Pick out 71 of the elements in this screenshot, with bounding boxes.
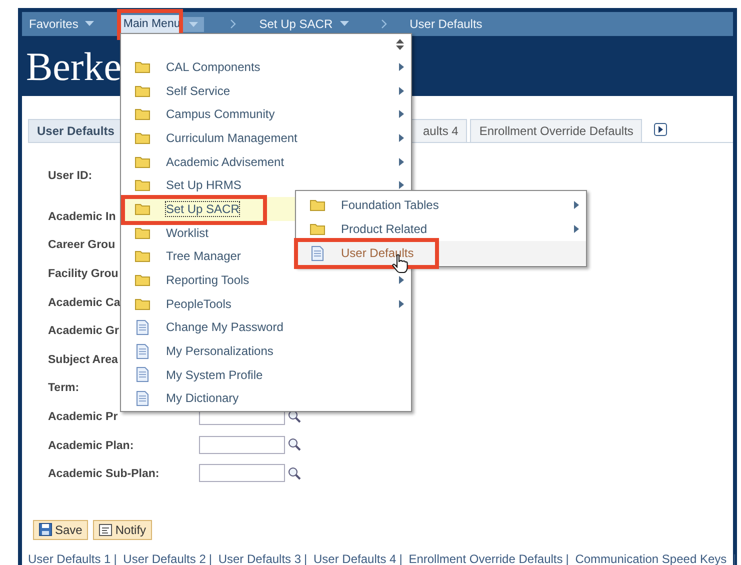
logo-text: Berke xyxy=(26,42,122,90)
menu-item[interactable]: PeopleTools xyxy=(121,292,411,316)
link-separator: | xyxy=(566,552,569,565)
document-icon xyxy=(135,390,150,406)
menu-item[interactable]: Self Service xyxy=(121,78,411,102)
field-label: Term: xyxy=(48,382,80,394)
search-icon[interactable] xyxy=(288,438,301,452)
field-label: Subject Area xyxy=(48,354,118,366)
chevron-icon xyxy=(380,19,387,29)
menu-item[interactable]: My System Profile xyxy=(121,362,411,387)
search-icon[interactable] xyxy=(288,466,301,480)
folder-icon xyxy=(135,250,150,262)
chevron-icon xyxy=(230,19,236,29)
menu-item[interactable]: Academic Advisement xyxy=(121,150,411,174)
next-tab-icon[interactable] xyxy=(654,123,668,136)
folder-icon xyxy=(135,202,150,215)
link-separator: | xyxy=(208,552,212,565)
folder-icon xyxy=(135,298,150,310)
menu-item[interactable]: Change My Password xyxy=(121,316,411,340)
toolbar-button[interactable]: Save xyxy=(33,520,88,540)
menu-item[interactable]: My Personalizations xyxy=(121,339,411,363)
folder-icon xyxy=(310,199,325,211)
link-separator: | xyxy=(732,552,736,565)
folder-icon xyxy=(135,226,150,239)
field-label: Academic Gr xyxy=(48,325,119,338)
link-separator: | xyxy=(114,552,117,565)
caret-icon xyxy=(85,21,94,26)
document-icon xyxy=(135,320,150,335)
input-field[interactable] xyxy=(199,464,285,482)
field-label: Academic Plan: xyxy=(48,440,134,452)
tab[interactable]: Enrollment Override Defaults xyxy=(470,119,642,142)
nav-menu-link[interactable]: Favorites xyxy=(26,14,82,34)
field-label: Facility Grou xyxy=(48,268,118,280)
input-field[interactable] xyxy=(199,436,285,454)
menu-item[interactable]: My Dictionary xyxy=(121,386,411,410)
menu-item[interactable]: Reporting Tools xyxy=(121,268,411,292)
page-link[interactable]: Communication Speed Keys xyxy=(575,552,727,565)
document-icon xyxy=(310,246,325,260)
page-link[interactable]: User Defaults 3 xyxy=(218,552,302,565)
menu-item[interactable]: User Defaults xyxy=(296,241,586,265)
field-label: Academic In xyxy=(48,210,116,223)
link-separator: | xyxy=(304,552,308,565)
menu-item[interactable]: CAL Components xyxy=(121,55,411,79)
folder-icon xyxy=(135,179,150,192)
field-label: Career Grou xyxy=(48,239,116,252)
scroll-arrows-icon[interactable] xyxy=(396,39,404,50)
dropdown-button[interactable] xyxy=(183,16,204,32)
link-separator: | xyxy=(399,552,402,565)
nav-menu-link[interactable]: Set Up SACR xyxy=(256,14,336,34)
page-link[interactable]: User Defaults 2 xyxy=(123,552,206,565)
search-icon[interactable] xyxy=(288,410,301,423)
note-icon xyxy=(99,524,112,536)
field-label: User ID: xyxy=(48,170,92,182)
field-label: Academic Ca xyxy=(48,296,120,309)
document-icon xyxy=(135,367,150,382)
page-link[interactable]: Enrollment Override Defaults xyxy=(408,552,563,565)
folder-icon xyxy=(135,156,150,168)
folder-icon xyxy=(135,132,150,144)
folder-icon xyxy=(135,84,150,97)
field-label: Academic Sub-Plan: xyxy=(48,468,160,480)
toolbar-button[interactable]: Notify xyxy=(93,520,152,540)
page-link[interactable]: User Defaults 4 xyxy=(314,552,396,565)
caret-icon xyxy=(340,21,349,26)
folder-icon xyxy=(310,223,325,235)
field-label: Academic Pr xyxy=(48,411,118,424)
caret-icon xyxy=(189,22,198,26)
folder-icon xyxy=(135,274,150,286)
folder-icon xyxy=(135,60,150,73)
page-link[interactable]: User Defaults 1 xyxy=(28,552,111,565)
nav-menu-link[interactable]: User Defaults xyxy=(406,14,486,34)
document-icon xyxy=(135,344,150,359)
